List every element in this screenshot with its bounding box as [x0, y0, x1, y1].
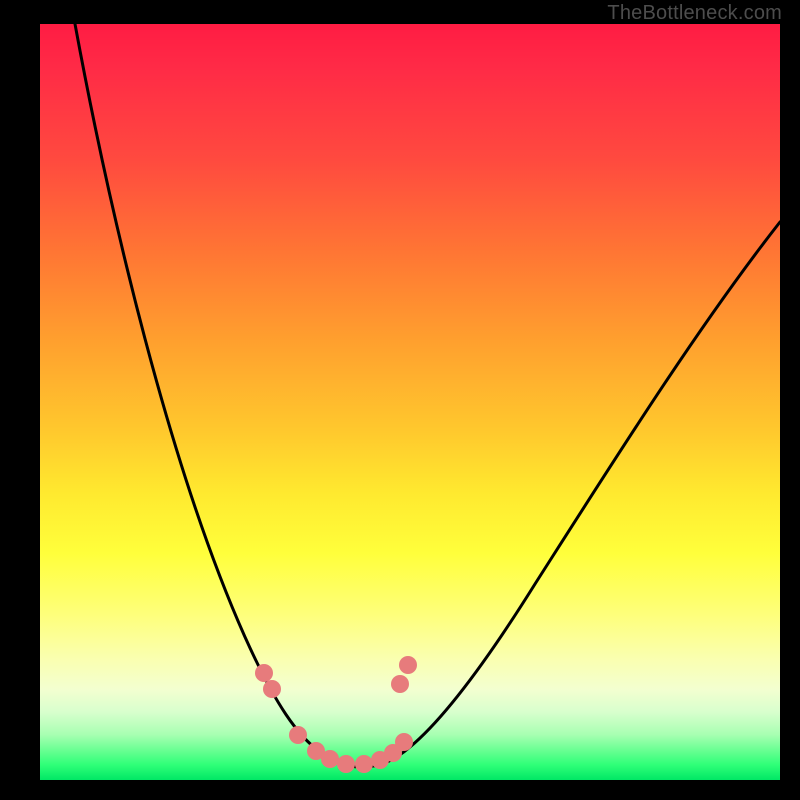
- curve-right-branch: [360, 222, 780, 767]
- data-marker: [355, 755, 373, 773]
- chart-overlay: [40, 24, 780, 780]
- data-marker: [263, 680, 281, 698]
- data-marker: [391, 675, 409, 693]
- data-marker: [337, 755, 355, 773]
- marker-group: [255, 656, 417, 773]
- data-marker: [321, 750, 339, 768]
- plot-area: [40, 24, 780, 780]
- data-marker: [255, 664, 273, 682]
- chart-frame: TheBottleneck.com: [0, 0, 800, 800]
- data-marker: [395, 733, 413, 751]
- data-marker: [399, 656, 417, 674]
- curve-left-branch: [75, 24, 360, 767]
- data-marker: [289, 726, 307, 744]
- attribution-label: TheBottleneck.com: [607, 2, 782, 25]
